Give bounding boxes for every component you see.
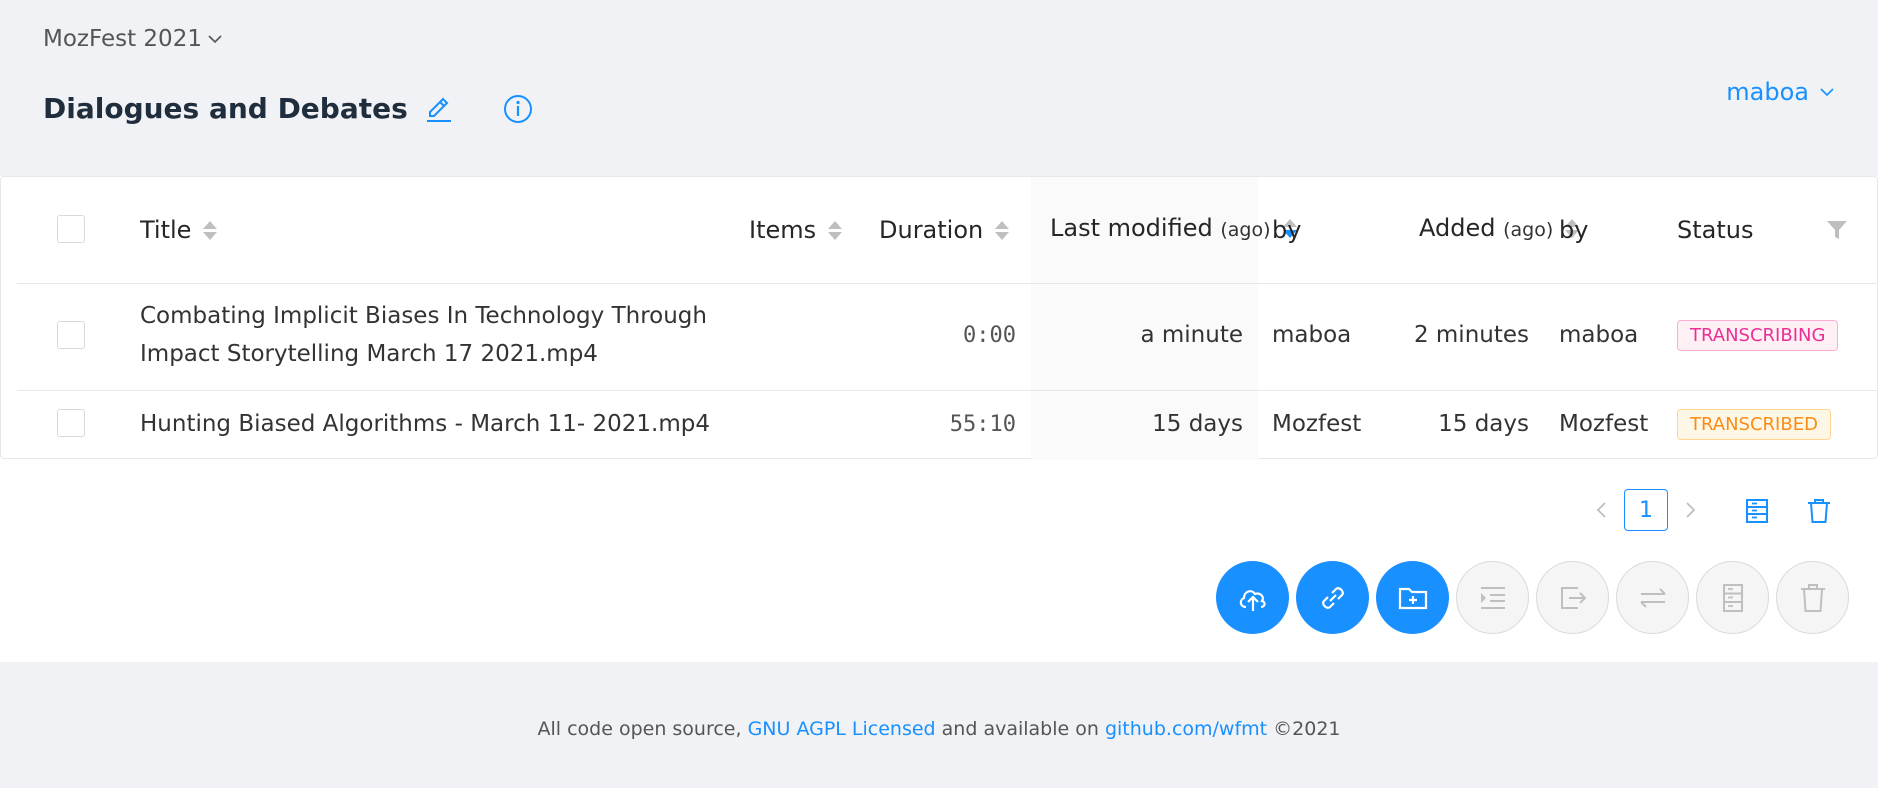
filter-icon[interactable] (1826, 220, 1848, 240)
user-menu[interactable]: maboa (1726, 78, 1835, 106)
sort-icon[interactable] (828, 220, 843, 240)
folder-add-icon (1398, 587, 1427, 609)
added-by-cell: Mozfest (1559, 411, 1649, 437)
column-header-added[interactable]: Added (ago) (1419, 193, 1580, 263)
export-button[interactable] (1536, 561, 1609, 634)
table-row-title[interactable]: Combating Implicit Biases In Technology … (140, 297, 740, 373)
sort-icon[interactable] (203, 220, 218, 240)
indent-icon (1480, 586, 1505, 609)
modified-by-cell: Mozfest (1272, 411, 1362, 437)
username: maboa (1726, 78, 1809, 106)
archive-icon (1722, 583, 1743, 612)
archive-button[interactable] (1696, 561, 1769, 634)
row-divider (17, 390, 1878, 391)
table-row-title[interactable]: Hunting Biased Algorithms - March 11- 20… (140, 405, 710, 443)
modified-by-cell: maboa (1272, 322, 1352, 348)
new-folder-button[interactable] (1376, 561, 1449, 634)
trash-icon (1800, 583, 1825, 612)
page-title: Dialogues and Debates (43, 92, 408, 125)
last-modified-cell: 15 days (1152, 411, 1243, 437)
chevron-down-icon (1820, 88, 1834, 97)
info-icon[interactable] (502, 93, 534, 125)
status-badge: TRANSCRIBING (1677, 319, 1839, 351)
footer: All code open source, GNU AGPL Licensed … (537, 718, 1341, 740)
link-icon (1321, 586, 1344, 609)
export-icon (1560, 586, 1586, 609)
added-cell: 15 days (1438, 411, 1529, 437)
column-header-title[interactable]: Title (140, 207, 218, 253)
chevron-right-icon[interactable] (1680, 500, 1700, 520)
added-by-cell: maboa (1559, 322, 1639, 348)
license-link[interactable]: GNU AGPL Licensed (748, 718, 936, 740)
added-cell: 2 minutes (1413, 322, 1529, 348)
row-checkbox[interactable] (57, 321, 85, 349)
repo-link[interactable]: github.com/wfmt (1105, 718, 1267, 740)
status-badge: TRANSCRIBED (1677, 408, 1831, 440)
items-table: Title Items Duration Last modified (ago)… (0, 176, 1878, 460)
duration-cell: 0:00 (963, 322, 1016, 348)
trash-icon[interactable] (1805, 497, 1833, 525)
upload-button[interactable] (1216, 561, 1289, 634)
column-header-modified-by: by (1272, 216, 1302, 244)
chevron-left-icon[interactable] (1592, 500, 1612, 520)
project-selector[interactable]: MozFest 2021 (43, 26, 224, 52)
archive-icon[interactable] (1743, 497, 1771, 525)
status-badge-cell: TRANSCRIBED (1677, 405, 1831, 443)
last-modified-cell: a minute (1140, 322, 1243, 348)
add-link-button[interactable] (1296, 561, 1369, 634)
row-divider (17, 283, 1878, 284)
column-header-last-modified[interactable]: Last modified (ago) (1050, 193, 1297, 263)
page-number[interactable]: 1 (1624, 489, 1668, 531)
pencil-icon[interactable] (424, 94, 454, 124)
column-header-added-by: by (1559, 216, 1589, 244)
project-name: MozFest 2021 (43, 26, 202, 52)
row-checkbox[interactable] (57, 409, 85, 437)
sort-icon[interactable] (995, 220, 1010, 240)
indent-button[interactable] (1456, 561, 1529, 634)
cloud-upload-icon (1239, 589, 1266, 611)
chevron-down-icon (208, 35, 222, 44)
pagination: 1 (1592, 489, 1700, 531)
column-header-status: Status (1677, 216, 1754, 244)
column-header-duration[interactable]: Duration (879, 207, 1010, 253)
title-row: Dialogues and Debates (43, 92, 534, 125)
column-header-items[interactable]: Items (749, 207, 843, 253)
status-badge-cell: TRANSCRIBING (1677, 317, 1839, 353)
swap-button[interactable] (1616, 561, 1689, 634)
content-panel: Title Items Duration Last modified (ago)… (0, 176, 1878, 662)
duration-cell: 55:10 (949, 411, 1016, 437)
select-all-checkbox[interactable] (57, 215, 85, 243)
page-header: MozFest 2021 Dialogues and Debates maboa (0, 0, 1878, 176)
delete-button[interactable] (1776, 561, 1849, 634)
swap-icon (1639, 587, 1666, 608)
